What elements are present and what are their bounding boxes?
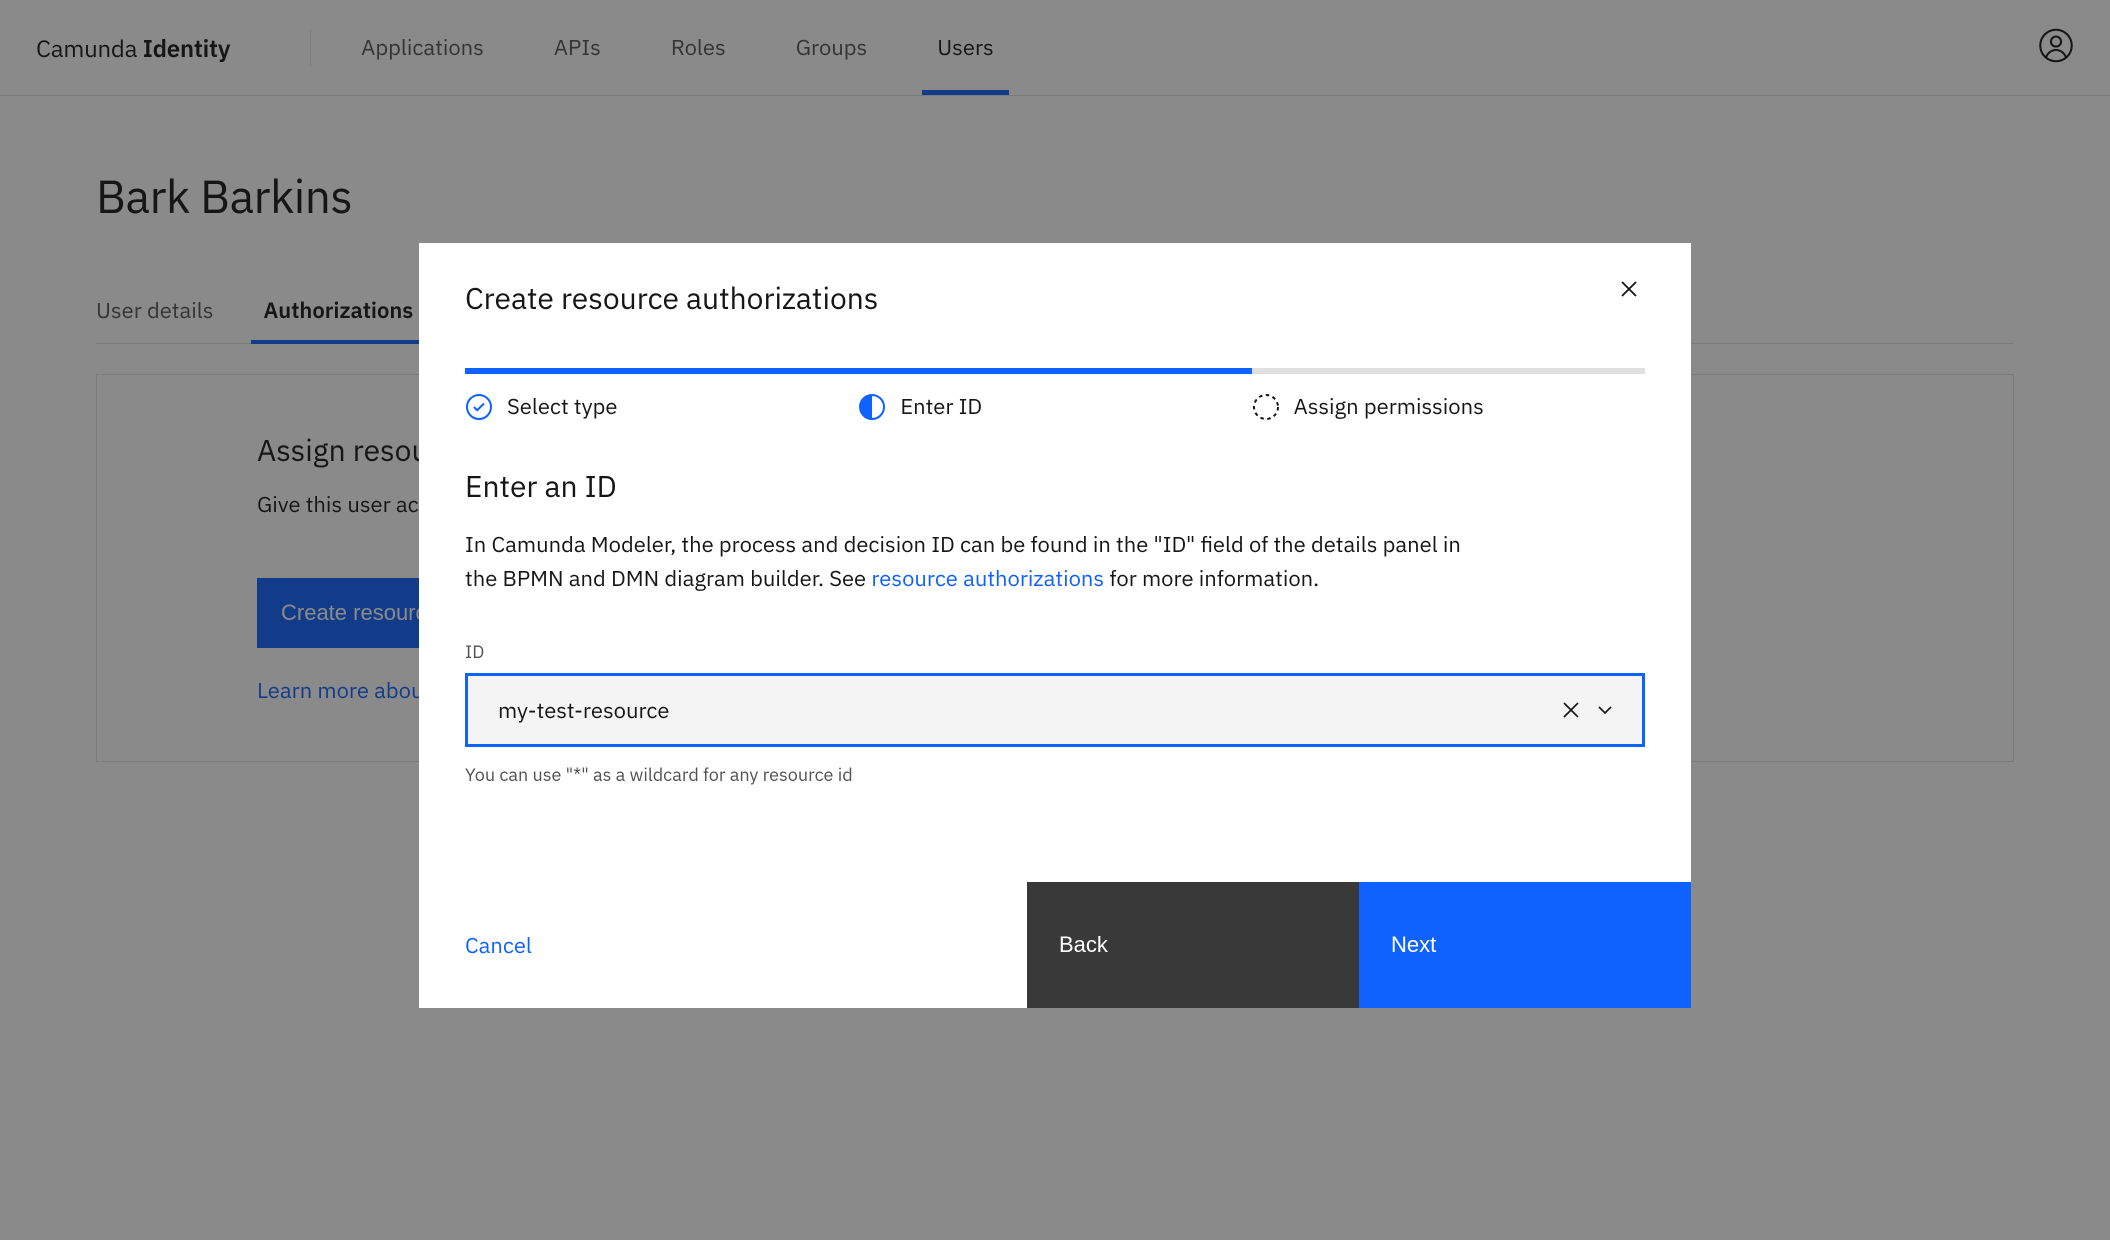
next-button[interactable]: Next <box>1359 882 1691 1008</box>
id-field-label: ID <box>465 640 1645 663</box>
modal-footer: Cancel Back Next <box>419 882 1691 1008</box>
step-assign-permissions: Assign permissions <box>1252 392 1645 421</box>
id-input[interactable] <box>498 696 1554 725</box>
step-label: Assign permissions <box>1294 392 1484 421</box>
create-authorization-modal: Create resource authorizations Select ty… <box>419 243 1691 1008</box>
clear-icon[interactable] <box>1554 693 1588 727</box>
cancel-button[interactable]: Cancel <box>419 931 1027 960</box>
half-circle-icon <box>858 393 886 421</box>
step-label: Enter ID <box>900 392 982 421</box>
progress-bar <box>465 368 1645 374</box>
resource-authorizations-link[interactable]: resource authorizations <box>871 564 1104 593</box>
dashed-circle-icon <box>1252 393 1280 421</box>
close-icon[interactable] <box>1613 273 1645 310</box>
step-select-type: Select type <box>465 392 858 421</box>
progress-segment-3 <box>1252 368 1645 374</box>
id-helper-text: You can use "*" as a wildcard for any re… <box>465 763 1645 786</box>
chevron-down-icon[interactable] <box>1588 693 1622 727</box>
section-description: In Camunda Modeler, the process and deci… <box>465 528 1485 596</box>
section-title: Enter an ID <box>465 467 1645 506</box>
modal-header: Create resource authorizations <box>419 243 1691 338</box>
modal-title: Create resource authorizations <box>465 279 878 318</box>
section-desc-post: for more information. <box>1104 564 1319 593</box>
modal-body: Enter an ID In Camunda Modeler, the proc… <box>419 421 1691 822</box>
id-combobox[interactable] <box>465 673 1645 747</box>
step-indicators: Select type Enter ID Assign permissions <box>465 392 1645 421</box>
step-enter-id: Enter ID <box>858 392 1251 421</box>
back-button[interactable]: Back <box>1027 882 1359 1008</box>
progress-segment-2 <box>858 368 1251 374</box>
progress-segment-1 <box>465 368 858 374</box>
checkmark-circle-icon <box>465 393 493 421</box>
step-label: Select type <box>507 392 617 421</box>
